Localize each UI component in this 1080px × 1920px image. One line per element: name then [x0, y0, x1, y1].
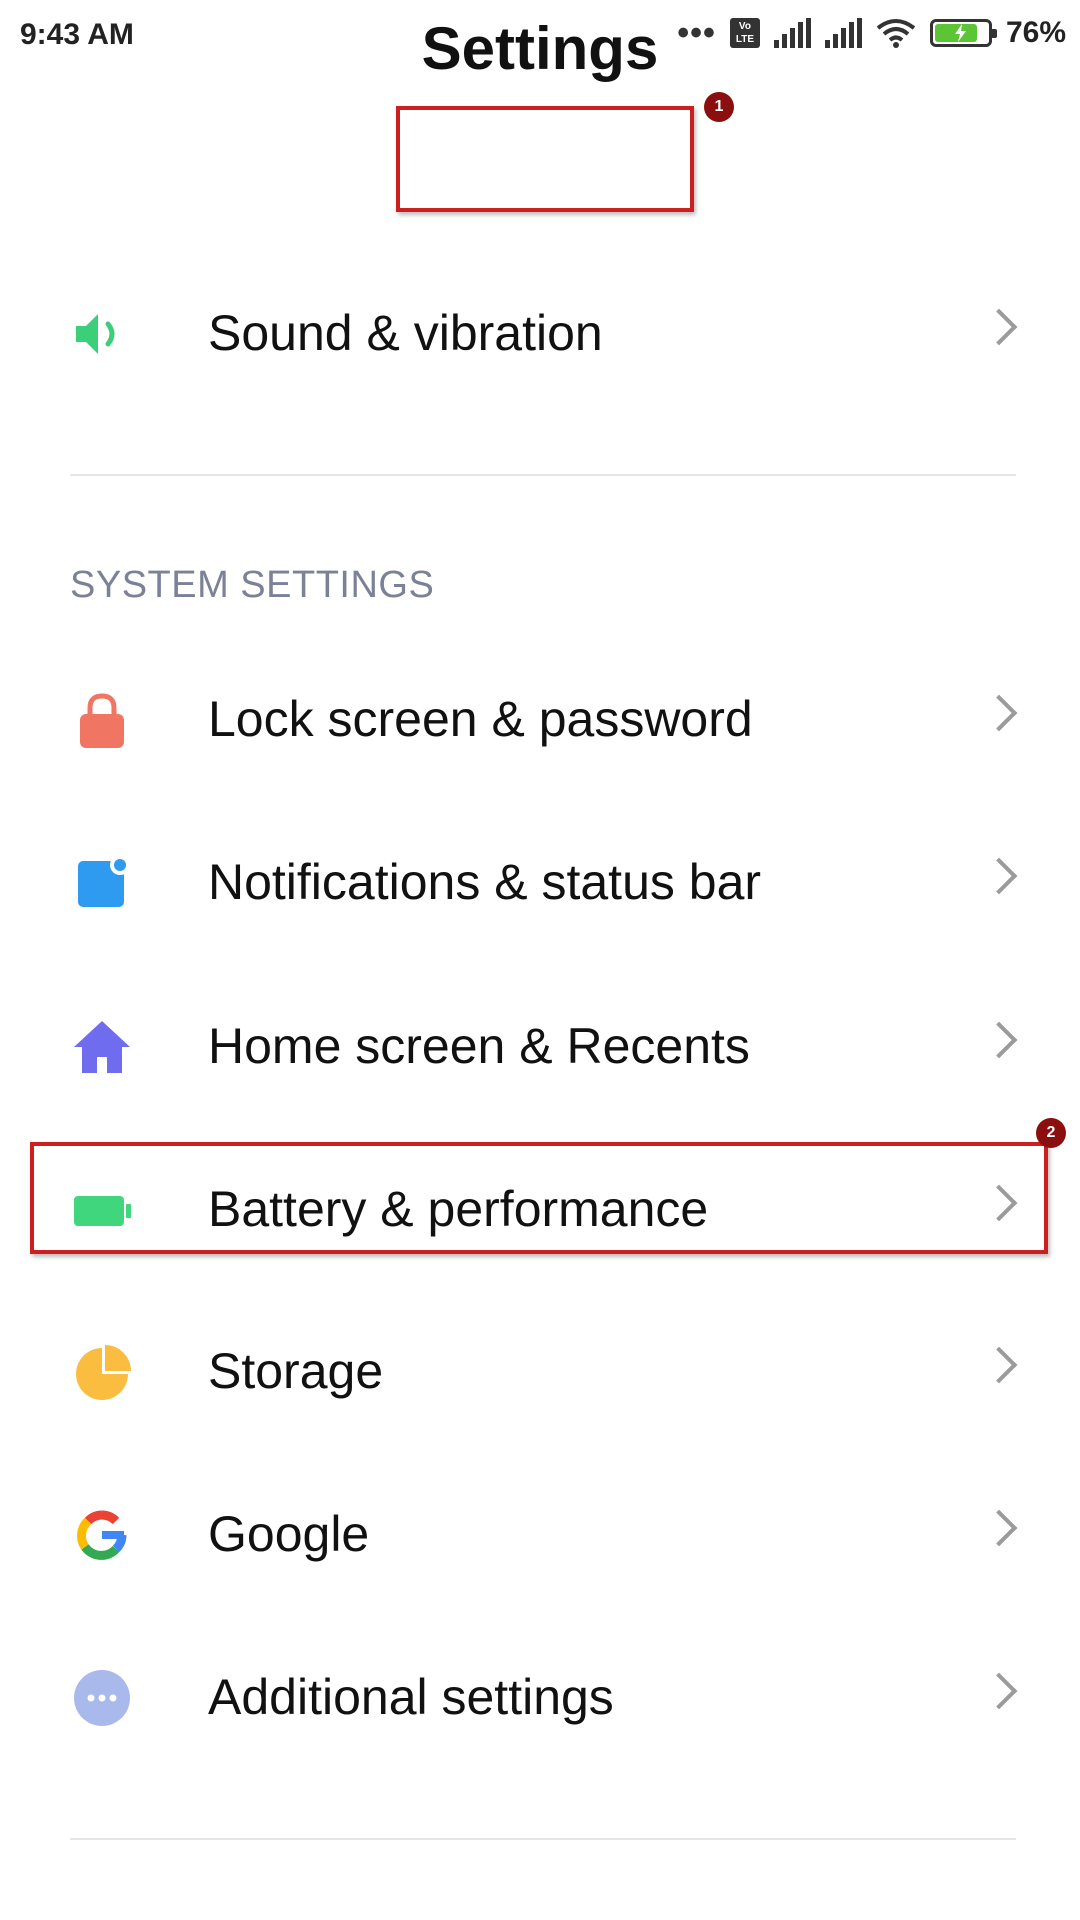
google-icon	[77, 1510, 127, 1560]
chevron-right-icon	[980, 1672, 1018, 1710]
settings-item-label: Home screen & Recents	[208, 1018, 750, 1074]
chevron-right-icon	[980, 1509, 1018, 1547]
settings-item-label: Lock screen & password	[208, 691, 753, 747]
chevron-right-icon	[980, 857, 1018, 895]
pie-chart-icon	[76, 1345, 131, 1400]
section-header-system-settings: SYSTEM SETTINGS	[70, 564, 435, 606]
chevron-right-icon	[980, 694, 1018, 732]
settings-item-label: Sound & vibration	[208, 305, 603, 361]
settings-item-sound[interactable]: Sound & vibration	[0, 262, 1080, 402]
title-highlight-box	[396, 106, 694, 212]
chevron-right-icon	[980, 1184, 1018, 1222]
battery-icon	[74, 1196, 131, 1226]
speaker-icon	[76, 314, 115, 354]
chevron-right-icon	[980, 1021, 1018, 1059]
divider	[70, 1838, 1016, 1840]
chevron-right-icon	[980, 308, 1018, 346]
lock-icon	[80, 693, 124, 748]
page-title: Settings	[421, 15, 659, 82]
divider	[70, 474, 1016, 476]
more-icon	[74, 1670, 130, 1726]
settings-item-notifications[interactable]: Notifications & status bar	[0, 811, 1080, 951]
settings-item-storage[interactable]: Storage	[0, 1300, 1080, 1440]
settings-item-label: Notifications & status bar	[208, 854, 762, 910]
settings-item-label: Additional settings	[208, 1669, 614, 1725]
settings-item-label: Google	[208, 1506, 370, 1562]
home-icon	[74, 1021, 130, 1073]
chevron-right-icon	[980, 1346, 1018, 1384]
annotation-badge-1: 1	[704, 92, 734, 122]
notification-icon	[78, 855, 130, 907]
settings-item-additional[interactable]: Additional settings	[0, 1626, 1080, 1766]
settings-item-label: Battery & performance	[208, 1181, 709, 1237]
settings-item-battery[interactable]: Battery & performance	[0, 1138, 1080, 1278]
settings-item-lock-screen[interactable]: Lock screen & password	[0, 648, 1080, 788]
settings-item-label: Storage	[208, 1343, 384, 1399]
settings-item-home-screen[interactable]: Home screen & Recents	[0, 975, 1080, 1115]
settings-item-google[interactable]: Google	[0, 1463, 1080, 1603]
